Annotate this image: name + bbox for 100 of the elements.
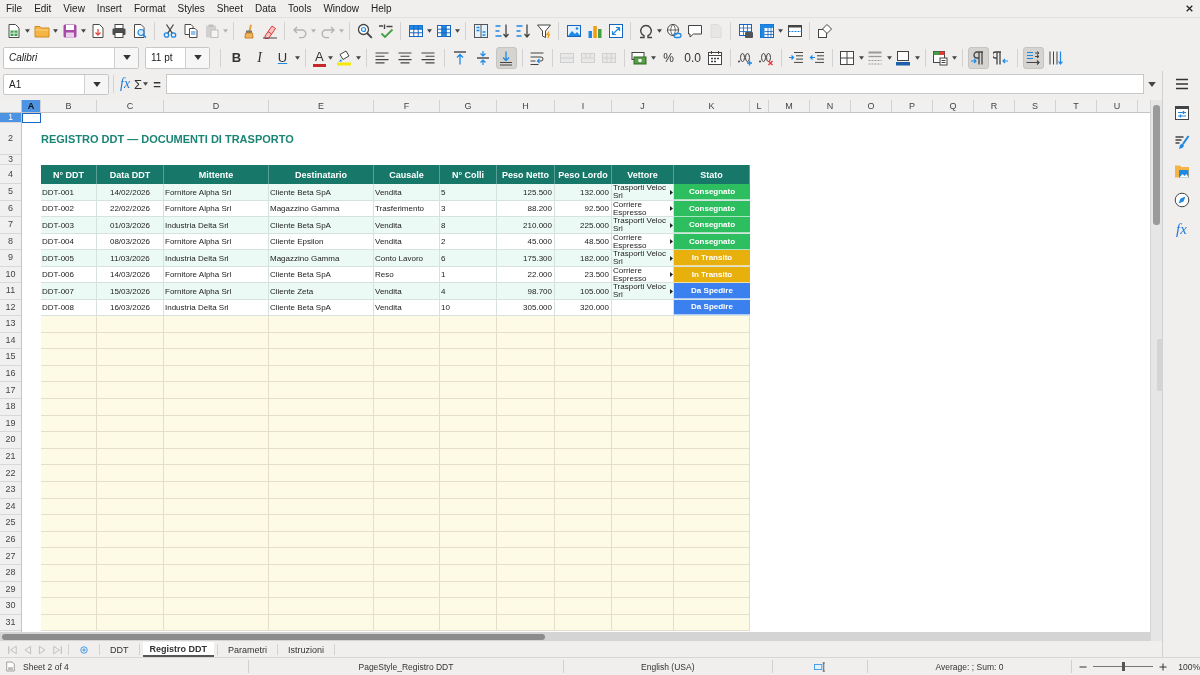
underline-button[interactable]: U <box>272 46 293 69</box>
row-header[interactable]: 28 <box>0 564 21 582</box>
column-header[interactable]: H <box>497 100 555 112</box>
row-header[interactable]: 23 <box>0 481 21 499</box>
sheet-tab[interactable]: Istruzioni <box>281 642 332 657</box>
compass-icon[interactable] <box>1173 192 1190 208</box>
row-header[interactable]: 14 <box>0 332 21 350</box>
image-icon[interactable] <box>565 23 582 39</box>
caret-icon[interactable] <box>81 29 86 33</box>
caret-icon[interactable] <box>657 29 662 33</box>
row-header[interactable]: 15 <box>0 349 21 366</box>
caret-icon[interactable] <box>427 29 432 33</box>
decrease-indent-icon[interactable] <box>809 49 826 66</box>
pivot-table-icon[interactable] <box>607 23 624 39</box>
find-replace-icon[interactable] <box>356 23 373 39</box>
align-bottom-button[interactable] <box>495 46 517 69</box>
column-header[interactable]: M <box>769 100 810 112</box>
cell-reference-field[interactable]: A1 <box>3 73 109 95</box>
dropdown-button[interactable] <box>185 47 209 68</box>
column-header[interactable]: Q <box>933 100 974 112</box>
text-direction-horizontal-button[interactable] <box>1022 46 1044 69</box>
formula-button[interactable]: = <box>153 76 161 92</box>
column-header[interactable]: F <box>374 100 440 112</box>
decimal-format-button[interactable]: 0.0 <box>681 46 704 69</box>
print-area-icon[interactable] <box>737 23 754 39</box>
caret-icon[interactable] <box>778 29 783 33</box>
bar-chart-icon[interactable] <box>586 23 603 39</box>
row-header[interactable]: 18 <box>0 398 21 416</box>
globe-link-icon[interactable] <box>665 23 682 39</box>
menu-item[interactable]: Data <box>248 1 283 16</box>
row-header[interactable]: 9 <box>0 250 21 267</box>
scissors-icon[interactable] <box>161 23 178 39</box>
horizontal-scrollbar[interactable] <box>0 632 1150 641</box>
banknotes-icon[interactable] <box>631 49 648 66</box>
caret-icon[interactable] <box>650 55 656 60</box>
formula-input-field[interactable] <box>165 74 1144 94</box>
sort-icon[interactable] <box>472 23 489 39</box>
freeze-panes-icon[interactable] <box>758 23 775 39</box>
dropdown-button[interactable] <box>84 74 108 94</box>
highlighter-icon[interactable] <box>336 49 353 66</box>
menu-icon[interactable] <box>1173 76 1190 92</box>
row-header[interactable]: 25 <box>0 515 21 532</box>
split-window-icon[interactable] <box>786 23 803 39</box>
row-header[interactable]: 5 <box>0 184 21 201</box>
caret-icon[interactable] <box>914 55 920 60</box>
menu-item[interactable]: Insert <box>90 1 128 16</box>
speech-bubble-icon[interactable] <box>686 23 703 39</box>
column-header[interactable]: G <box>440 100 497 112</box>
row-header[interactable]: 20 <box>0 432 21 449</box>
paragraph-left-to-right-button[interactable] <box>967 46 989 69</box>
dropdown-button[interactable] <box>114 47 138 68</box>
column-header[interactable]: A <box>22 100 41 112</box>
caret-icon[interactable] <box>327 55 333 60</box>
column-header[interactable]: O <box>851 100 892 112</box>
column-header[interactable]: P <box>892 100 933 112</box>
row-header[interactable]: 22 <box>0 465 21 482</box>
menu-item[interactable]: Help <box>365 1 398 16</box>
column-header[interactable]: U <box>1097 100 1138 112</box>
font-name-field[interactable]: Calibri <box>3 46 139 69</box>
caret-icon[interactable] <box>25 29 30 33</box>
pdf-export-icon[interactable] <box>89 23 106 39</box>
funnel-icon[interactable] <box>535 23 552 39</box>
row-header[interactable]: 7 <box>0 217 21 234</box>
spellcheck-icon[interactable] <box>377 23 394 39</box>
sum-button[interactable]: Σ <box>134 76 143 92</box>
caret-icon[interactable] <box>355 55 361 60</box>
italic-button[interactable]: I <box>249 46 270 69</box>
row-header[interactable]: 12 <box>0 299 21 316</box>
copy-icon[interactable] <box>182 23 199 39</box>
sort-ascending-icon[interactable] <box>493 23 510 39</box>
column-header[interactable]: R <box>974 100 1015 112</box>
menu-item[interactable]: View <box>57 1 91 16</box>
functions-button[interactable]: fx <box>1176 221 1187 237</box>
wrap-text-icon[interactable] <box>529 49 546 66</box>
menu-item[interactable]: Tools <box>282 1 318 16</box>
properties-icon[interactable] <box>1173 105 1190 121</box>
eraser-icon[interactable] <box>261 23 278 39</box>
calendar-icon[interactable] <box>707 49 724 66</box>
table-rows-icon[interactable] <box>407 23 424 39</box>
brush-styles-icon[interactable] <box>1173 134 1190 150</box>
new-spreadsheet-icon[interactable] <box>5 23 22 39</box>
column-header[interactable]: I <box>555 100 612 112</box>
save-icon[interactable] <box>61 23 78 39</box>
font-size-field[interactable]: 11 pt <box>145 46 210 69</box>
row-header[interactable]: 26 <box>0 531 21 549</box>
column-header[interactable]: N <box>810 100 851 112</box>
column-header[interactable]: S <box>1015 100 1056 112</box>
image-folder-icon[interactable] <box>1173 163 1190 179</box>
column-header[interactable]: T <box>1056 100 1097 112</box>
font-color-button[interactable]: A <box>313 48 326 67</box>
column-header[interactable]: B <box>41 100 97 112</box>
row-header[interactable]: 29 <box>0 581 21 599</box>
column-header[interactable]: L <box>750 100 769 112</box>
row-header[interactable]: 3 <box>0 155 21 165</box>
row-header[interactable]: 30 <box>0 598 21 615</box>
shapes-icon[interactable] <box>816 23 833 39</box>
column-header[interactable]: J <box>612 100 674 112</box>
row-header[interactable]: 4 <box>0 165 21 184</box>
caret-icon[interactable] <box>886 55 892 60</box>
omega-icon[interactable] <box>637 23 654 39</box>
